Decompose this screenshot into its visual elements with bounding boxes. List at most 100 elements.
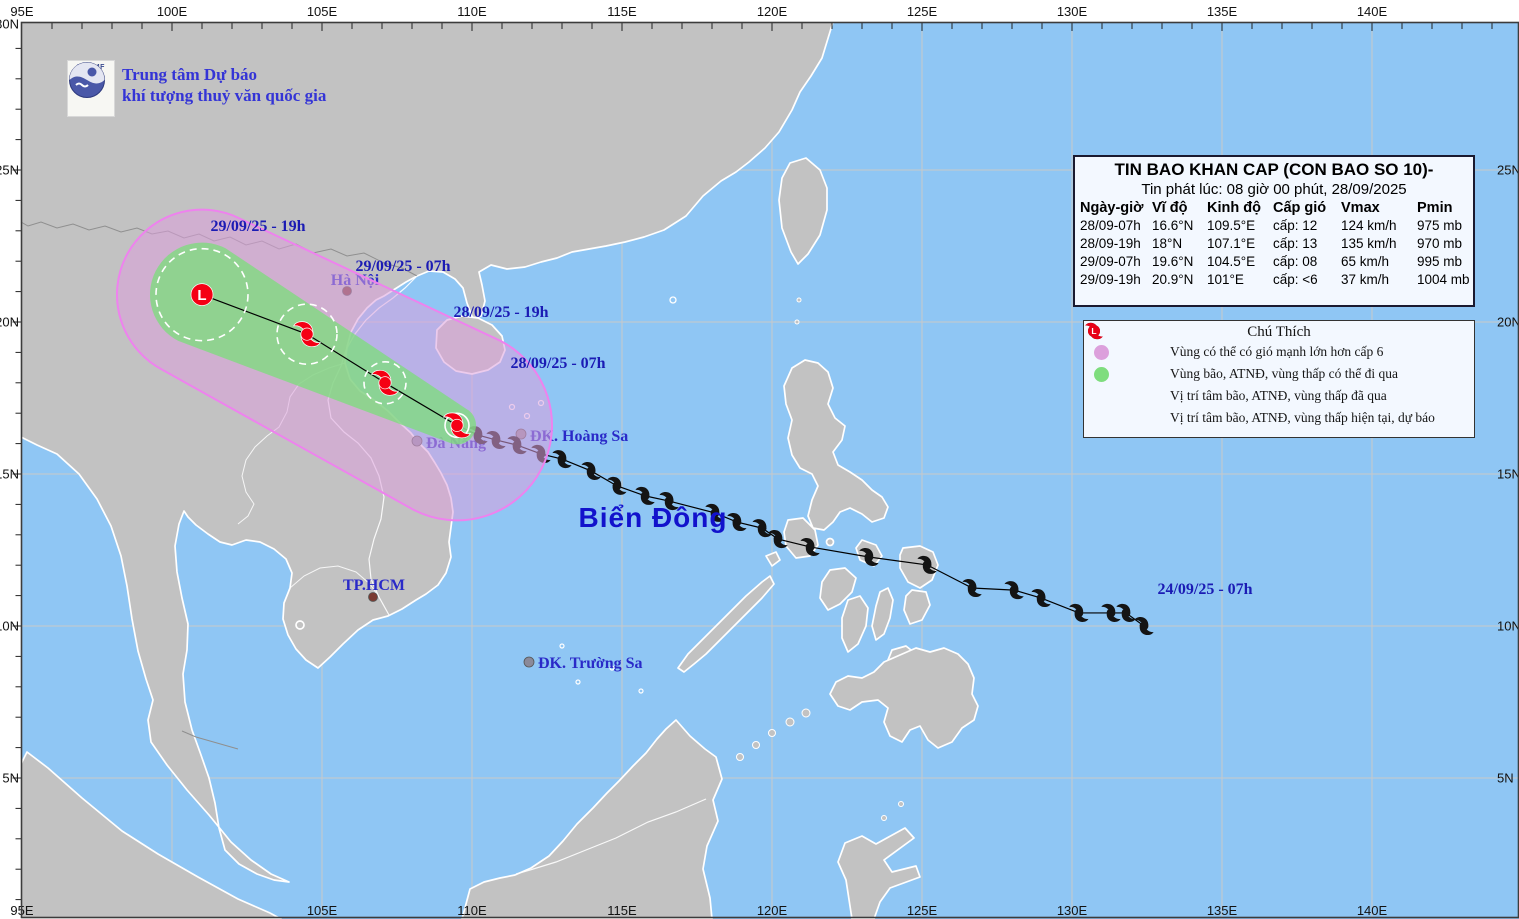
alert-data-row: 29/09-07h 19.6°N 104.5°E cấp: 08 65 km/h 995 …	[1080, 253, 1468, 271]
alert-cell: 109.5°E	[1207, 218, 1256, 233]
islet-batanes-1	[796, 297, 802, 303]
legend-item-past-position: L Vị trí tâm bão, ATNĐ, vùng thấp đã qua	[1085, 322, 1470, 407]
axis-label-top: 135E	[1207, 4, 1238, 19]
alert-cell: cấp: 08	[1273, 254, 1318, 269]
green-area-icon	[1094, 366, 1109, 382]
alert-cell: 28/09-07h	[1080, 218, 1141, 233]
alert-cell: Vĩ độ	[1152, 200, 1188, 216]
alert-title: TIN BAO KHAN CAP (CON BAO SO 10)-	[1114, 160, 1434, 179]
alert-cell: 101°E	[1207, 272, 1244, 287]
agency-line2: khí tượng thuỷ văn quốc gia	[122, 86, 327, 105]
axis-label-left: 25N	[0, 163, 19, 178]
city-label: TP.HCM	[343, 577, 405, 594]
legend-label: Vùng bão, ATNĐ, vùng thấp có thể đi qua	[1170, 366, 1398, 381]
alert-cell: cấp: 13	[1273, 236, 1318, 251]
axis-label-right: 15N	[1497, 467, 1519, 482]
alert-cell: 104.5°E	[1207, 254, 1256, 269]
axis-label-right: 25N	[1497, 163, 1519, 178]
alert-cell: 29/09-19h	[1080, 272, 1141, 287]
islet-n-sulawesi-1	[881, 815, 887, 821]
legend-title: Chú Thích	[1247, 324, 1311, 340]
land-marinduque	[825, 537, 835, 547]
alert-cell: cấp: 12	[1273, 218, 1318, 233]
alert-cell: 995 mb	[1417, 254, 1463, 269]
axis-label-top: 100E	[157, 4, 188, 19]
islet-pratas	[669, 296, 677, 304]
track-time-label: 24/09/25 - 07h	[1157, 581, 1252, 598]
alert-cell: 16.6°N	[1152, 218, 1194, 233]
axis-label-left: 15N	[0, 467, 19, 482]
alert-cell: 124 km/h	[1341, 218, 1397, 233]
legend-label: Vùng có thể có gió mạnh lớn hơn cấp 6	[1170, 344, 1384, 359]
axis-label-top: 105E	[307, 4, 338, 19]
axis-label-bottom: 115E	[607, 903, 637, 918]
axis-label-bottom: 140E	[1357, 903, 1388, 918]
alert-cell: 20.9°N	[1152, 272, 1194, 287]
alert-cell: 970 mb	[1417, 236, 1463, 251]
alert-cell: 29/09-07h	[1080, 254, 1141, 269]
axis-label-bottom: 125E	[907, 903, 938, 918]
alert-cell: cấp: <6	[1273, 272, 1318, 287]
alert-header-row: Ngày-giờ Vĩ độ Kinh độ Cấp gió Vmax Pmin	[1080, 199, 1468, 217]
axis-label-left: 20N	[0, 315, 19, 330]
axis-label-right: 5N	[1497, 771, 1514, 786]
axis-label-left: 10N	[0, 619, 19, 634]
storm-alert-table: TIN BAO KHAN CAP (CON BAO SO 10)- Tin ph…	[1073, 155, 1475, 307]
islet-sulu-2	[752, 741, 760, 749]
alert-cell: Cấp gió	[1273, 200, 1327, 216]
alert-cell: Vmax	[1341, 200, 1380, 216]
alert-cell: Pmin	[1417, 200, 1453, 216]
track-time-label: 28/09/25 - 19h	[453, 304, 548, 321]
islet-sulu-3	[768, 729, 776, 737]
city-dot	[523, 656, 535, 668]
axis-label-left: 30N	[0, 17, 19, 32]
alert-cell: 65 km/h	[1341, 254, 1390, 269]
alert-cell: 37 km/h	[1341, 272, 1390, 287]
legend-item-current-position: L Vị trí tâm bão, ATNĐ, vùng thấp hiện t…	[1085, 322, 1470, 429]
track-time-label: 29/09/25 - 07h	[355, 258, 450, 275]
map-canvas: Hà NộiTP.HCMĐà NẵngĐK. Hoàng SaĐK. Trườn…	[0, 4, 1519, 919]
alert-issued-time: Tin phát lúc: 08 giờ 00 phút, 28/09/2025	[1141, 181, 1407, 198]
storm-forecast-map: Hà NộiTP.HCMĐà NẵngĐK. Hoàng SaĐK. Trườn…	[0, 0, 1519, 919]
alert-cell: Kinh độ	[1207, 200, 1261, 216]
legend-item-wind-area: Vùng có thể có gió mạnh lớn hơn cấp 6	[1088, 341, 1470, 363]
agency-line1: Trung tâm Dự báo	[122, 65, 258, 84]
axis-label-top: 110E	[457, 4, 487, 19]
islet-sulu-5	[801, 708, 811, 718]
islet-batanes-2	[794, 319, 800, 325]
nchmf-logo-icon	[69, 62, 105, 98]
alert-cell: 1004 mb	[1417, 272, 1470, 287]
city-label: ĐK. Trường Sa	[538, 655, 643, 672]
alert-cell: 18°N	[1152, 236, 1183, 251]
axis-label-top: 130E	[1057, 4, 1088, 19]
legend-label: Vị trí tâm bão, ATNĐ, vùng thấp đã qua	[1170, 388, 1387, 403]
alert-cell: 107.1°E	[1207, 236, 1256, 251]
alert-rows: Ngày-giờ Vĩ độ Kinh độ Cấp gió Vmax Pmin 28/09…	[1080, 199, 1470, 289]
axis-label-top: 125E	[907, 4, 938, 19]
axis-label-right: 20N	[1497, 315, 1519, 330]
track-time-label: 29/09/25 - 19h	[210, 218, 305, 235]
axis-label-bottom: 105E	[307, 903, 338, 918]
legend: Chú Thích Vùng có thể có gió mạnh lớn hơ…	[1083, 320, 1475, 438]
axis-label-top: 140E	[1357, 4, 1388, 19]
alert-data-row: 29/09-19h 20.9°N 101°E cấp: <6 37 km/h 1004 m…	[1080, 271, 1470, 289]
pink-area-icon	[1094, 344, 1109, 360]
land-phu-quoc	[295, 620, 305, 630]
low-forecast-icon: L	[1088, 325, 1100, 337]
nchmf-logo: NCHMF	[67, 60, 115, 117]
alert-cell: 135 km/h	[1341, 236, 1397, 251]
axis-label-bottom: 120E	[757, 903, 788, 918]
axis-label-right: 10N	[1497, 619, 1519, 634]
axis-label-bottom: 130E	[1057, 903, 1088, 918]
alert-data-row: 28/09-07h 16.6°N 109.5°E cấp: 12 124 km/h 975…	[1080, 217, 1468, 235]
track-time-label: 28/09/25 - 07h	[510, 355, 605, 372]
islet-n-sulawesi-2	[898, 801, 904, 807]
agency-name: Trung tâm Dự báo khí tượng thuỷ văn quốc…	[122, 64, 326, 106]
alert-cell: 975 mb	[1417, 218, 1463, 233]
axis-label-left: 5N	[2, 771, 19, 786]
axis-label-top: 120E	[757, 4, 788, 19]
alert-cell: 28/09-19h	[1080, 236, 1141, 251]
legend-item-pass-area: Vùng bão, ATNĐ, vùng thấp có thể đi qua	[1088, 363, 1470, 385]
alert-cell: Ngày-giờ	[1080, 200, 1144, 216]
low-symbol-letter: L	[197, 287, 206, 304]
